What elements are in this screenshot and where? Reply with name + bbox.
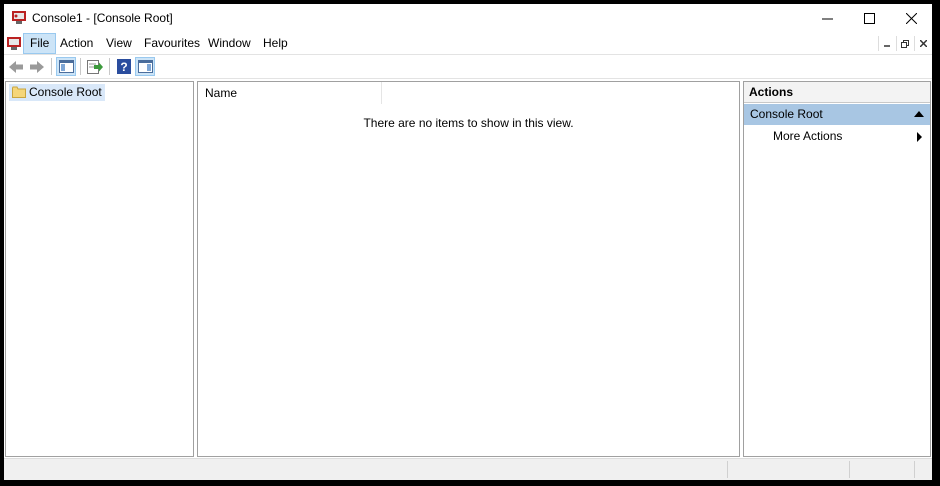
mmc-app-icon <box>12 11 26 24</box>
export-list-icon <box>87 59 103 74</box>
actions-group-label: Console Root <box>750 107 823 121</box>
status-divider <box>849 461 850 478</box>
maximize-icon <box>863 13 875 24</box>
folder-icon <box>12 86 26 98</box>
tree-item-label: Console Root <box>29 85 102 99</box>
results-pane[interactable]: Name There are no items to show in this … <box>197 81 740 457</box>
menu-bar: File Action View Favourites Window Help <box>4 33 932 54</box>
menu-window[interactable]: Window <box>202 33 257 54</box>
status-divider <box>914 461 915 478</box>
maximize-button[interactable] <box>848 4 890 33</box>
more-actions-item[interactable]: More Actions <box>744 126 930 147</box>
column-header-name[interactable]: Name <box>198 82 382 104</box>
menu-help[interactable]: Help <box>257 33 294 54</box>
close-button[interactable] <box>890 4 932 33</box>
mmc-window: Console1 - [Console Root] File Action Vi… <box>4 4 932 480</box>
help-button[interactable]: ? <box>114 57 134 76</box>
restore-icon <box>901 39 909 48</box>
title-bar[interactable]: Console1 - [Console Root] <box>4 4 932 33</box>
toolbar-separator <box>109 58 110 75</box>
back-button[interactable] <box>6 57 26 76</box>
minimize-icon <box>821 18 833 20</box>
mdi-minimize-button[interactable] <box>878 36 895 51</box>
menu-action[interactable]: Action <box>54 33 99 54</box>
actions-pane: Actions Console Root More Actions <box>743 81 931 457</box>
show-hide-action-pane-button[interactable] <box>135 57 155 76</box>
forward-button[interactable] <box>27 57 47 76</box>
minimize-icon <box>883 45 890 47</box>
svg-text:?: ? <box>120 60 127 74</box>
mdi-restore-button[interactable] <box>896 36 913 51</box>
menu-file[interactable]: File <box>23 33 57 54</box>
empty-list-message: There are no items to show in this view. <box>363 116 574 130</box>
close-icon <box>919 40 927 47</box>
menu-view[interactable]: View <box>100 33 138 54</box>
submenu-arrow-icon <box>917 132 922 142</box>
actions-group-console-root[interactable]: Console Root <box>744 104 930 125</box>
console-tree-pane[interactable]: Console Root <box>5 81 194 457</box>
minimize-button[interactable] <box>806 4 848 33</box>
close-icon <box>905 13 917 24</box>
window-title: Console1 - [Console Root] <box>32 11 173 25</box>
collapse-arrow-icon[interactable] <box>914 111 924 117</box>
forward-arrow-icon <box>30 60 44 73</box>
toolbar: ? <box>4 54 932 79</box>
tree-item-console-root[interactable]: Console Root <box>9 84 105 101</box>
toolbar-separator <box>80 58 81 75</box>
help-icon: ? <box>117 59 131 74</box>
show-hide-console-tree-icon <box>58 60 74 73</box>
menu-favourites[interactable]: Favourites <box>138 33 206 54</box>
mdi-close-button[interactable] <box>914 36 931 51</box>
status-bar <box>4 458 932 480</box>
back-arrow-icon <box>9 60 23 73</box>
status-divider <box>727 461 728 478</box>
more-actions-label: More Actions <box>773 129 843 143</box>
actions-pane-title: Actions <box>744 82 930 103</box>
export-list-button[interactable] <box>85 57 105 76</box>
mmc-document-icon[interactable] <box>7 37 21 50</box>
toolbar-separator <box>51 58 52 75</box>
show-hide-console-tree-button[interactable] <box>56 57 76 76</box>
show-hide-action-pane-icon <box>137 60 153 73</box>
